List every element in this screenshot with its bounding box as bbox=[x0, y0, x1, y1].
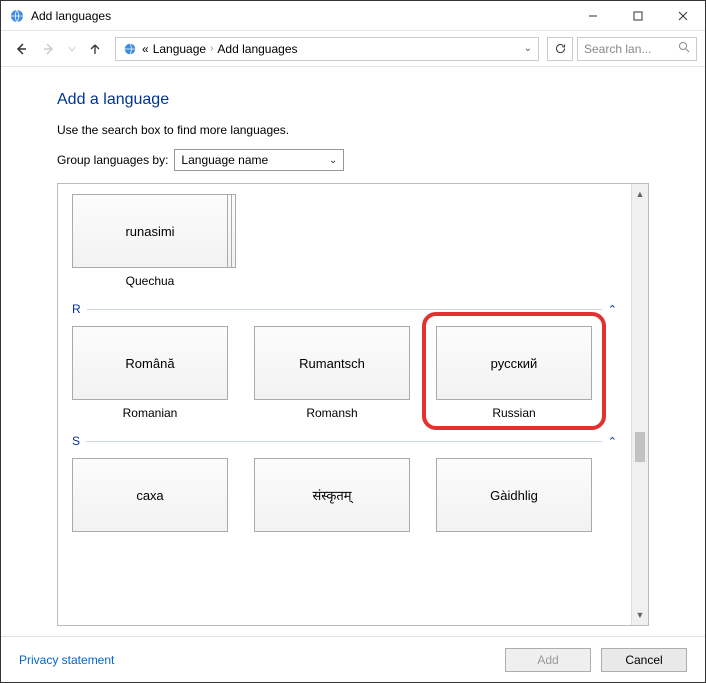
english-name: Romansh bbox=[306, 406, 357, 420]
search-icon bbox=[678, 41, 690, 56]
scroll-down-icon[interactable]: ▼ bbox=[636, 607, 645, 623]
chevron-down-icon[interactable]: ⌄ bbox=[524, 43, 532, 54]
scroll-thumb[interactable] bbox=[635, 432, 645, 462]
globe-icon bbox=[9, 8, 25, 24]
language-tile-gaelic[interactable]: Gàidhlig bbox=[436, 458, 592, 532]
collapse-icon[interactable]: ⌃ bbox=[608, 303, 617, 316]
native-name: Română bbox=[125, 356, 174, 371]
language-tile-quechua[interactable]: runasimi Quechua bbox=[72, 194, 228, 288]
language-list-content: runasimi Quechua R ⌃ Română Romanian bbox=[58, 184, 631, 625]
group-by-row: Group languages by: Language name ⌄ bbox=[57, 149, 649, 171]
native-name: русский bbox=[491, 356, 538, 371]
native-name: саха bbox=[136, 488, 163, 503]
breadcrumb-ellipsis: « bbox=[142, 42, 149, 56]
chevron-right-icon: › bbox=[210, 43, 213, 54]
minimize-button[interactable] bbox=[570, 1, 615, 31]
globe-icon bbox=[122, 41, 138, 57]
scrollbar[interactable]: ▲ ▼ bbox=[631, 184, 648, 625]
cancel-button[interactable]: Cancel bbox=[601, 648, 687, 672]
collapse-icon[interactable]: ⌃ bbox=[608, 435, 617, 448]
search-placeholder: Search lan... bbox=[584, 42, 674, 56]
window-title: Add languages bbox=[31, 9, 111, 23]
navbar: « Language › Add languages ⌄ Search lan.… bbox=[1, 31, 705, 67]
chevron-down-icon: ⌄ bbox=[329, 155, 337, 166]
native-name: Gàidhlig bbox=[490, 488, 538, 503]
recent-dropdown[interactable] bbox=[65, 37, 79, 61]
language-tile-romanian[interactable]: Română Romanian bbox=[72, 326, 228, 420]
refresh-button[interactable] bbox=[547, 37, 573, 61]
breadcrumb-item[interactable]: Language bbox=[153, 42, 206, 56]
language-tile-sakha[interactable]: саха bbox=[72, 458, 228, 532]
english-name: Russian bbox=[492, 406, 535, 420]
highlight-frame: русский Russian bbox=[422, 312, 606, 430]
divider bbox=[87, 309, 602, 310]
scroll-up-icon[interactable]: ▲ bbox=[636, 186, 645, 202]
scroll-track[interactable] bbox=[635, 202, 645, 607]
native-name: संस्कृतम् bbox=[312, 486, 351, 504]
window: Add languages « Language › Add languages… bbox=[0, 0, 706, 683]
group-header-s[interactable]: S ⌃ bbox=[72, 434, 617, 448]
group-by-value: Language name bbox=[181, 153, 329, 167]
language-tile-romansh[interactable]: Rumantsch Romansh bbox=[254, 326, 410, 420]
titlebar: Add languages bbox=[1, 1, 705, 31]
divider bbox=[86, 441, 602, 442]
close-button[interactable] bbox=[660, 1, 705, 31]
up-button[interactable] bbox=[83, 37, 107, 61]
search-input[interactable]: Search lan... bbox=[577, 37, 697, 61]
native-name: Rumantsch bbox=[299, 356, 365, 371]
language-tile-sanskrit[interactable]: संस्कृतम् bbox=[254, 458, 410, 532]
privacy-link[interactable]: Privacy statement bbox=[19, 653, 114, 667]
forward-button[interactable] bbox=[37, 37, 61, 61]
group-by-select[interactable]: Language name ⌄ bbox=[174, 149, 344, 171]
add-button[interactable]: Add bbox=[505, 648, 591, 672]
content-area: Add a language Use the search box to fin… bbox=[1, 67, 705, 636]
native-name: runasimi bbox=[125, 224, 174, 239]
back-button[interactable] bbox=[9, 37, 33, 61]
breadcrumb-item[interactable]: Add languages bbox=[217, 42, 297, 56]
group-tiles: саха संस्कृतम् Gàidhlig bbox=[72, 458, 617, 532]
breadcrumb[interactable]: « Language › Add languages ⌄ bbox=[115, 37, 539, 61]
maximize-button[interactable] bbox=[615, 1, 660, 31]
language-tile-russian[interactable]: русский Russian bbox=[436, 326, 592, 420]
group-letter: R bbox=[72, 302, 81, 316]
page-title: Add a language bbox=[57, 91, 649, 109]
group-letter: S bbox=[72, 434, 80, 448]
english-name: Quechua bbox=[126, 274, 175, 288]
language-list: runasimi Quechua R ⌃ Română Romanian bbox=[57, 183, 649, 626]
group-tiles: Română Romanian Rumantsch Romansh русски… bbox=[72, 326, 617, 420]
group-tiles: runasimi Quechua bbox=[72, 194, 617, 288]
footer: Privacy statement Add Cancel bbox=[1, 636, 705, 682]
english-name: Romanian bbox=[123, 406, 178, 420]
instruction-text: Use the search box to find more language… bbox=[57, 123, 649, 137]
tile-card: runasimi bbox=[72, 194, 228, 268]
group-by-label: Group languages by: bbox=[57, 153, 168, 167]
